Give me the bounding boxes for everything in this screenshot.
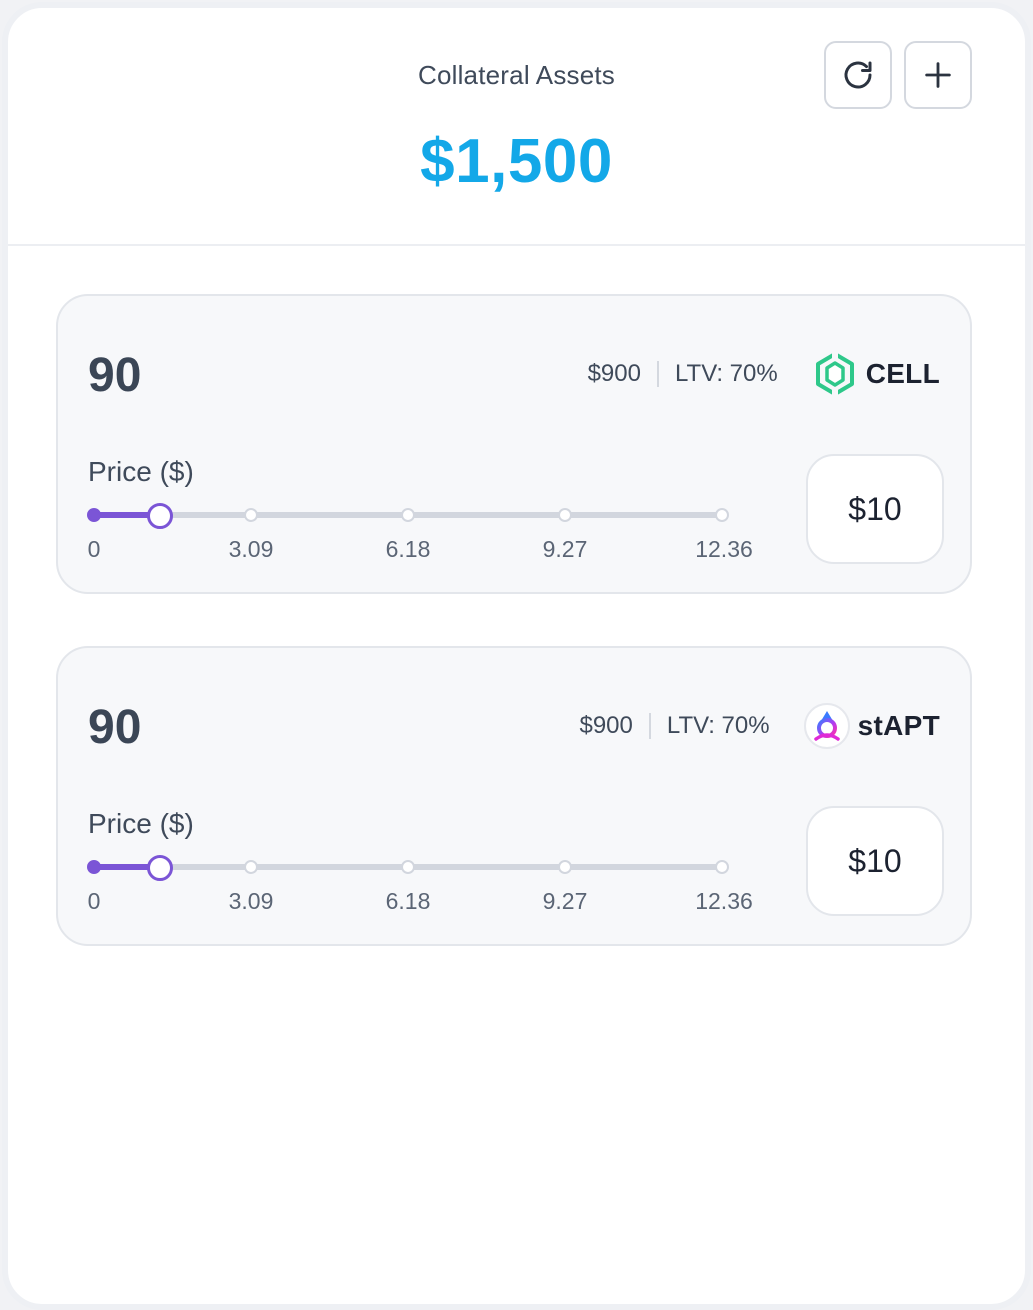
token-label: stAPT <box>803 703 940 749</box>
slider-tick-label: 6.18 <box>385 536 431 562</box>
slider-mark <box>244 860 258 874</box>
collateral-panel: Collateral Assets $1,500 90 $900 LTV: 70… <box>2 2 1031 1310</box>
slider-tick-label: 9.27 <box>542 536 588 562</box>
panel-header: Collateral Assets $1,500 <box>8 8 1025 246</box>
collateral-total: $1,500 <box>420 127 613 196</box>
collateral-amount: 90 <box>88 701 142 754</box>
token-label: CELL <box>812 351 940 397</box>
refresh-icon <box>844 61 872 89</box>
price-slider[interactable] <box>87 503 729 529</box>
slider-mark <box>87 508 101 522</box>
stapt-logo-icon <box>803 703 850 749</box>
slider-tick-label: 3.09 <box>228 888 274 914</box>
token-name: stAPT <box>857 710 940 741</box>
slider-tick-label: 12.36 <box>695 888 753 914</box>
slider-mark <box>715 860 729 874</box>
slider-tick-label: 12.36 <box>695 536 753 562</box>
price-slider[interactable] <box>87 855 729 881</box>
collateral-amount: 90 <box>88 349 142 402</box>
collateral-card-stapt: 90 $900 LTV: 70% stAPT Price ($) 0 3.09 … <box>56 646 972 946</box>
price-input[interactable]: $10 <box>806 454 944 564</box>
slider-mark <box>558 860 572 874</box>
usd-value: $900 <box>579 712 633 739</box>
cell-logo-icon <box>812 351 858 397</box>
slider-mark <box>401 860 415 874</box>
ltv-value: LTV: 70% <box>666 712 770 739</box>
slider-tick-label: 0 <box>87 888 101 914</box>
ltv-value: LTV: 70% <box>674 360 778 387</box>
slider-mark <box>558 508 572 522</box>
slider-mark <box>244 508 258 522</box>
slider-tick-label: 0 <box>87 536 101 562</box>
slider-tick-label: 9.27 <box>542 888 588 914</box>
collateral-meta: $900 LTV: 70% CELL <box>588 348 940 400</box>
collateral-meta: $900 LTV: 70% stAPT <box>579 700 940 752</box>
plus-icon <box>925 62 951 88</box>
slider-mark <box>401 508 415 522</box>
price-input[interactable]: $10 <box>806 806 944 916</box>
slider-tick-label: 3.09 <box>228 536 274 562</box>
price-label: Price ($) <box>88 808 194 839</box>
slider-mark <box>715 508 729 522</box>
slider-mark <box>87 860 101 874</box>
refresh-button[interactable] <box>824 41 892 109</box>
add-collateral-button[interactable] <box>904 41 972 109</box>
slider-handle[interactable] <box>147 855 174 881</box>
price-label: Price ($) <box>88 456 194 487</box>
token-name: CELL <box>865 358 940 389</box>
collateral-card-cell: 90 $900 LTV: 70% CELL Price ($) 0 3.09 6… <box>56 294 972 594</box>
slider-handle[interactable] <box>147 503 174 529</box>
slider-tick-label: 6.18 <box>385 888 431 914</box>
usd-value: $900 <box>587 360 641 387</box>
